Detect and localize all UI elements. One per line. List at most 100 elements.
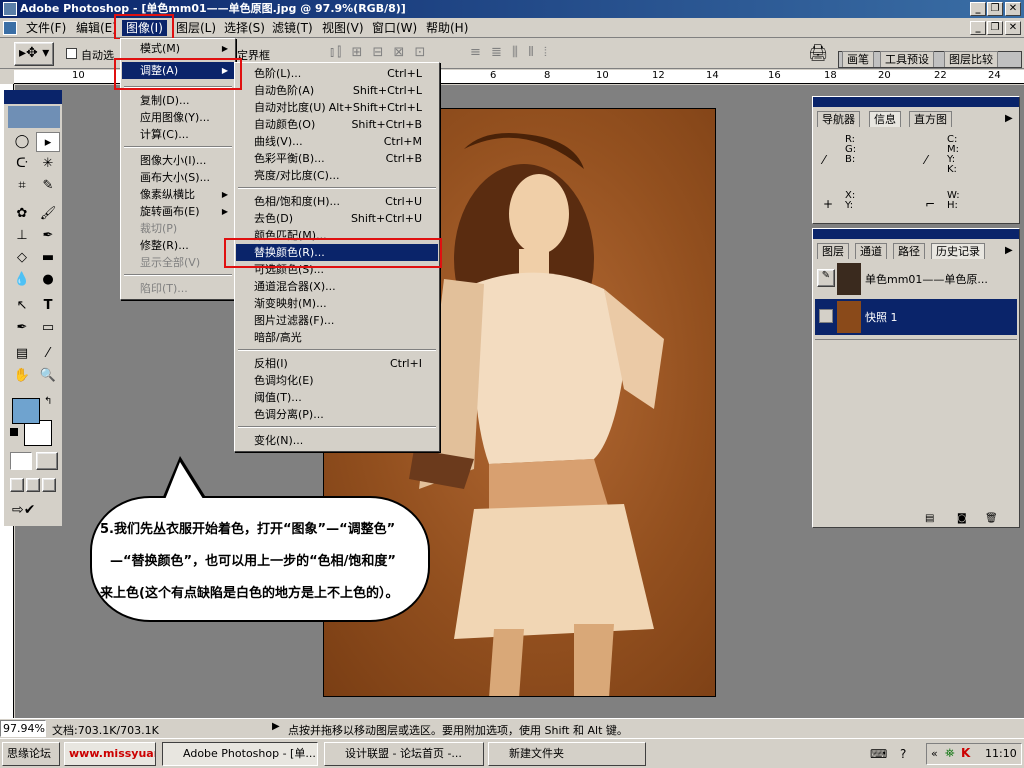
- move-tool-preset-picker[interactable]: ▸✥ ▾: [14, 42, 54, 66]
- foreground-color-swatch[interactable]: [12, 398, 40, 424]
- slice-tool-icon[interactable]: ✎: [36, 176, 60, 196]
- default-colors-icon[interactable]: [10, 428, 18, 436]
- adjust-menu-item[interactable]: 自动色阶(A) Shift+Ctrl+L: [236, 82, 438, 99]
- menu-file[interactable]: 文件(F): [22, 20, 70, 36]
- adobe-feather-logo[interactable]: [8, 106, 60, 128]
- hand-tool-icon[interactable]: ✋: [10, 366, 34, 386]
- doc-close-button[interactable]: ✕: [1005, 21, 1021, 35]
- doc-restore-button[interactable]: ❐: [987, 21, 1003, 35]
- document-icon[interactable]: [3, 21, 17, 35]
- palette-menu-icon[interactable]: ▶: [1005, 245, 1013, 256]
- image-menu-item[interactable]: 图像大小(I)...: [122, 152, 234, 169]
- tab-history[interactable]: 历史记录: [931, 243, 985, 259]
- pen-tool-icon[interactable]: ✒: [10, 318, 34, 338]
- adjust-menu-item[interactable]: 图片过滤器(F)...: [236, 312, 438, 329]
- jump-to-imageready-icon[interactable]: ⇨✔: [12, 502, 35, 518]
- tab-layers[interactable]: 图层: [817, 243, 849, 259]
- adjust-menu-item[interactable]: 色彩平衡(B)... Ctrl+B: [236, 150, 438, 167]
- menu-select[interactable]: 选择(S): [220, 20, 269, 36]
- tab-info[interactable]: 信息: [869, 111, 901, 127]
- eyedropper-tool-icon[interactable]: ⁄: [36, 344, 60, 364]
- help-tray-icon[interactable]: ?: [900, 747, 906, 761]
- image-menu-item[interactable]: 显示全部(V): [122, 254, 234, 271]
- image-menu-item[interactable]: 旋转画布(E) ▶: [122, 203, 234, 220]
- tab-channels[interactable]: 通道: [855, 243, 887, 259]
- distribute-icons[interactable]: ≡ ≣ ⫼ ⦀ ⦙: [470, 45, 550, 60]
- notes-tool-icon[interactable]: ▤: [10, 344, 34, 364]
- image-menu-item[interactable]: 裁切(P): [122, 220, 234, 237]
- history-snapshot-row-selected[interactable]: 快照 1: [815, 299, 1017, 335]
- menu-help[interactable]: 帮助(H): [422, 20, 472, 36]
- taskbar-browser-button[interactable]: 设计联盟 - 论坛首页 -...: [324, 742, 484, 766]
- doc-minimize-button[interactable]: _: [970, 21, 986, 35]
- image-menu-item[interactable]: 复制(D)...: [122, 92, 234, 109]
- kaspersky-tray-icon[interactable]: K: [961, 746, 970, 760]
- adjust-menu-item[interactable]: 色调分离(P)...: [236, 406, 438, 423]
- blur-tool-icon[interactable]: 💧: [10, 270, 34, 290]
- shape-tool-icon[interactable]: ▭: [36, 318, 60, 338]
- adjust-menu-item[interactable]: 变化(N)...: [236, 432, 438, 449]
- menu-view[interactable]: 视图(V): [318, 20, 368, 36]
- tab-paths[interactable]: 路径: [893, 243, 925, 259]
- screen-mode-fullmenu-icon[interactable]: [26, 478, 40, 492]
- screen-mode-standard-icon[interactable]: [10, 478, 24, 492]
- move-tool-icon[interactable]: ▸: [36, 132, 60, 152]
- image-menu-item[interactable]: 修整(R)...: [122, 237, 234, 254]
- adjust-menu-item[interactable]: 通道混合器(X)...: [236, 278, 438, 295]
- adjust-menu-item[interactable]: 自动对比度(U) Alt+Shift+Ctrl+L: [236, 99, 438, 116]
- adjust-menu-item[interactable]: 色阶(L)... Ctrl+L: [236, 65, 438, 82]
- dodge-tool-icon[interactable]: ●: [36, 270, 60, 290]
- adjust-menu-item[interactable]: 色相/饱和度(H)... Ctrl+U: [236, 193, 438, 210]
- new-snapshot-icon[interactable]: ◙: [957, 513, 967, 524]
- image-menu-item[interactable]: 陷印(T)...: [122, 280, 234, 297]
- clone-stamp-tool-icon[interactable]: ⊥: [10, 226, 34, 246]
- history-brush-tool-icon[interactable]: ✒: [36, 226, 60, 246]
- adjust-menu-item[interactable]: 反相(I) Ctrl+I: [236, 355, 438, 372]
- restore-button[interactable]: ❐: [987, 2, 1003, 16]
- taskbar-photoshop-button[interactable]: Adobe Photoshop - [单...: [162, 742, 318, 766]
- palette-well-tab-brushes[interactable]: 画笔: [842, 51, 874, 67]
- minimize-button[interactable]: _: [970, 2, 986, 16]
- image-menu-item[interactable]: 应用图像(Y)...: [122, 109, 234, 126]
- zoom-field[interactable]: 97.94%: [0, 720, 46, 737]
- adjust-menu-item[interactable]: 阈值(T)...: [236, 389, 438, 406]
- adjust-menu-item[interactable]: 色调均化(E): [236, 372, 438, 389]
- magic-wand-tool-icon[interactable]: ✳: [36, 154, 60, 174]
- lasso-tool-icon[interactable]: ᑢ: [10, 154, 34, 174]
- gradient-tool-icon[interactable]: ▬: [36, 248, 60, 268]
- menu-window[interactable]: 窗口(W): [368, 20, 421, 36]
- adjust-menu-item[interactable]: 暗部/高光: [236, 329, 438, 346]
- history-brush-source-icon[interactable]: [819, 309, 833, 323]
- align-icons[interactable]: ⫾⫿ ⊞ ⊟ ⊠ ⊡: [330, 45, 428, 60]
- image-menu-item[interactable]: 画布大小(S)...: [122, 169, 234, 186]
- crop-tool-icon[interactable]: ⌗: [10, 176, 34, 196]
- taskbar-forum-button[interactable]: 思缘论坛: [2, 742, 60, 766]
- eraser-tool-icon[interactable]: ◇: [10, 248, 34, 268]
- adjust-menu-item[interactable]: 去色(D) Shift+Ctrl+U: [236, 210, 438, 227]
- screen-mode-full-icon[interactable]: [42, 478, 56, 492]
- network-tray-icon[interactable]: ⛯: [945, 746, 955, 761]
- adjust-menu-item[interactable]: 渐变映射(M)...: [236, 295, 438, 312]
- status-menu-arrow-icon[interactable]: ▶: [272, 721, 280, 732]
- image-menu-item[interactable]: 像素纵横比 ▶: [122, 186, 234, 203]
- auto-select-checkbox[interactable]: [66, 48, 77, 59]
- type-tool-icon[interactable]: T: [36, 296, 60, 316]
- new-document-from-state-icon[interactable]: ▤: [925, 513, 934, 524]
- path-selection-tool-icon[interactable]: ↖: [10, 296, 34, 316]
- quick-mask-mode-icon[interactable]: [36, 452, 58, 470]
- swap-colors-icon[interactable]: ↰: [44, 396, 52, 407]
- history-snapshot-row[interactable]: ✎ 单色mm01——单色原...: [815, 261, 1017, 297]
- image-menu-item[interactable]: 计算(C)...: [122, 126, 234, 143]
- palette-well-icon[interactable]: 🖨: [808, 43, 828, 62]
- menu-filter[interactable]: 滤镜(T): [268, 20, 317, 36]
- image-menu-item[interactable]: 模式(M) ▶: [122, 40, 234, 57]
- brush-tool-icon[interactable]: 🖌: [36, 204, 60, 224]
- keyboard-tray-icon[interactable]: ⌨: [870, 747, 887, 761]
- palette-menu-icon[interactable]: ▶: [1005, 113, 1013, 124]
- trash-icon[interactable]: 🗑: [985, 513, 998, 524]
- taskbar-folder-button[interactable]: 新建文件夹: [488, 742, 646, 766]
- palette-well-tab-layer-comps[interactable]: 图层比较: [944, 51, 998, 67]
- adjust-menu-item[interactable]: 自动颜色(O) Shift+Ctrl+B: [236, 116, 438, 133]
- taskbar-quicklaunch-sites[interactable]: www.missyuan.com: [64, 742, 156, 766]
- standard-mode-icon[interactable]: [10, 452, 32, 470]
